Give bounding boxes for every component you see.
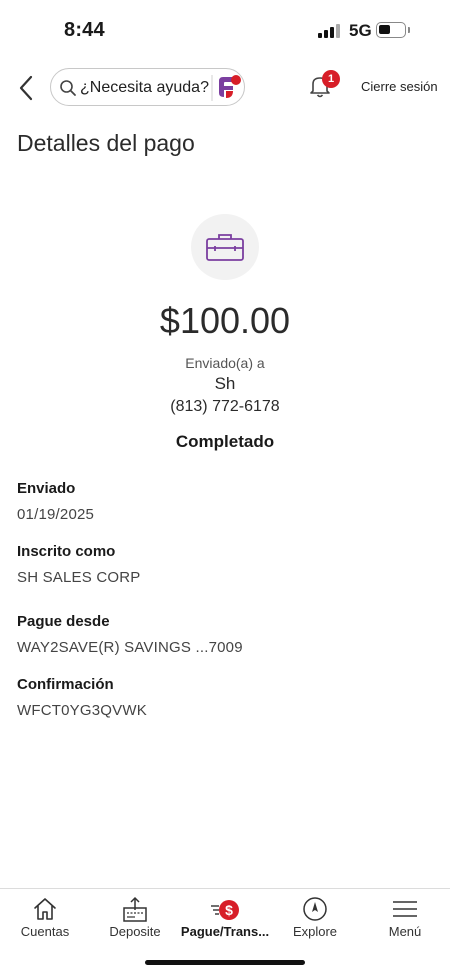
detail-value: SH SALES CORP — [17, 569, 141, 586]
search-placeholder: ¿Necesita ayuda? — [80, 79, 209, 96]
detail-pay-from: Pague desde WAY2SAVE(R) SAVINGS ...7009 — [17, 613, 243, 656]
back-button[interactable] — [10, 70, 42, 106]
notification-badge: 1 — [322, 70, 340, 88]
detail-sent-date: Enviado 01/19/2025 — [17, 480, 94, 523]
nav-label: Menú — [388, 924, 422, 939]
detail-value: WFCT0YG3QVWK — [17, 702, 147, 719]
nav-item-accounts[interactable]: Cuentas — [0, 889, 90, 949]
detail-label: Pague desde — [17, 613, 110, 630]
nav-label: Deposite — [109, 924, 161, 939]
detail-confirmation: Confirmación WFCT0YG3QVWK — [17, 676, 147, 719]
payment-type-badge — [191, 214, 259, 280]
home-indicator — [145, 960, 305, 965]
hamburger-menu-icon — [393, 901, 417, 917]
payment-amount: $100.00 — [159, 300, 291, 341]
pay-transfer-icon: $ — [211, 900, 239, 920]
nav-item-menu[interactable]: Menú — [360, 889, 450, 949]
network-type: 5G — [349, 21, 372, 40]
sent-to-label: Enviado(a) a — [185, 355, 265, 371]
recipient-phone: (813) 772-6178 — [170, 398, 280, 415]
home-icon — [34, 898, 56, 920]
deposit-icon — [123, 896, 147, 922]
battery-icon — [376, 22, 406, 38]
briefcase-icon — [206, 234, 244, 261]
status-time: 8:44 — [64, 19, 105, 41]
search-icon — [60, 80, 76, 96]
svg-text:$: $ — [225, 902, 233, 918]
chevron-left-icon — [19, 75, 33, 101]
detail-value: 01/19/2025 — [17, 506, 95, 523]
nav-label: Pague/Trans... — [180, 924, 270, 939]
page-title: Detalles del pago — [17, 130, 195, 156]
detail-label: Confirmación — [17, 676, 114, 693]
nav-item-explore[interactable]: Explore — [270, 889, 360, 949]
detail-enrolled-as: Inscrito como SH SALES CORP — [17, 543, 140, 586]
fargo-assistant-icon[interactable] — [211, 73, 243, 103]
detail-label: Enviado — [17, 480, 76, 497]
nav-item-pay-transfer[interactable]: $ Pague/Trans... — [180, 889, 270, 949]
detail-value: WAY2SAVE(R) SAVINGS ...7009 — [17, 639, 243, 656]
recipient-name: Sh — [214, 374, 236, 393]
nav-item-deposit[interactable]: Deposite — [90, 889, 180, 949]
nav-label: Explore — [292, 924, 338, 939]
top-header: ¿Necesita ayuda? 1 Cierre sesión — [0, 66, 450, 110]
payment-status: Completado — [175, 432, 275, 451]
signal-strength-icon — [318, 24, 342, 38]
help-search-input[interactable]: ¿Necesita ayuda? — [50, 68, 245, 106]
logout-button[interactable]: Cierre sesión — [361, 79, 438, 94]
nav-label: Cuentas — [20, 924, 70, 939]
detail-label: Inscrito como — [17, 543, 116, 560]
status-bar: 8:44 5G — [0, 0, 450, 60]
compass-icon — [303, 897, 327, 921]
